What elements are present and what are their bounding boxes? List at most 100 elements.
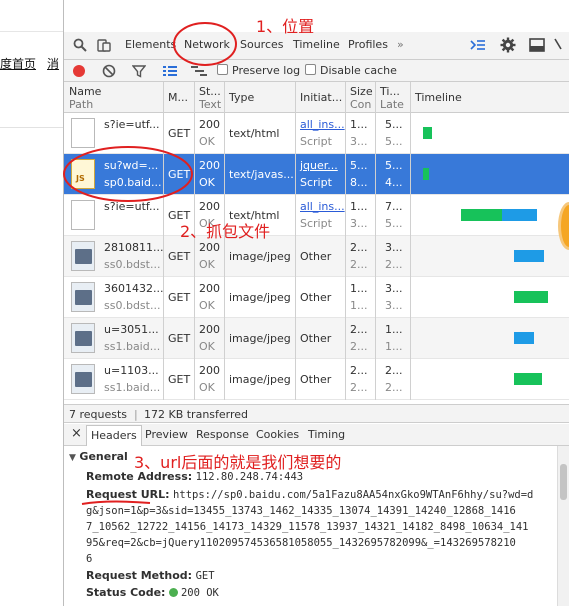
- preserve-log-label: Preserve log: [232, 64, 301, 77]
- request-size: 1... 3...: [350, 200, 368, 230]
- request-row[interactable]: s?ie=utf... GET 200 OK text/html all_ins... Sc…: [64, 195, 569, 236]
- close-devtools-icon[interactable]: [554, 37, 562, 55]
- tab-timeline[interactable]: Timeline: [293, 38, 340, 51]
- expand-triangle-icon: ▼: [69, 453, 76, 463]
- tab-preview[interactable]: Preview: [145, 428, 188, 441]
- disable-cache-label: Disable cache: [320, 64, 397, 77]
- request-row[interactable]: u=1103... ss1.baid... GET 200 OK image/jpeg Ot…: [64, 359, 569, 400]
- col-header-name[interactable]: Name Path: [69, 85, 101, 111]
- page-topbar: [0, 0, 63, 32]
- large-rows-icon[interactable]: [162, 64, 178, 81]
- col-header-method[interactable]: M...: [168, 91, 188, 104]
- request-initiator: Other: [300, 332, 332, 345]
- page-nav-row: 度首页 消: [0, 52, 63, 128]
- request-row[interactable]: 2810811... ss0.bdst... GET 200 OK image/jpeg O…: [64, 236, 569, 277]
- col-header-time[interactable]: Ti... Late: [380, 85, 404, 111]
- nav-link-news[interactable]: 消: [47, 55, 59, 72]
- col-header-size[interactable]: Size Con: [350, 85, 373, 111]
- request-row[interactable]: 3601432... ss0.bdst... GET 200 OK image/jpeg O…: [64, 277, 569, 318]
- request-size: 2... 2...: [350, 364, 368, 394]
- status-ok-icon: [168, 588, 178, 597]
- col-divider: [163, 82, 164, 400]
- more-tabs-chevron-icon[interactable]: »: [397, 38, 404, 51]
- request-status: 200 OK: [199, 323, 220, 353]
- dock-side-icon[interactable]: [529, 38, 545, 56]
- request-row[interactable]: u=3051... ss1.baid... GET 200 OK image/jpeg Ot…: [64, 318, 569, 359]
- overview-waterfall-icon[interactable]: [190, 64, 208, 81]
- tab-headers[interactable]: Headers: [86, 425, 142, 446]
- devtools-panel: Elements Network Sources Timeline Profil…: [63, 0, 569, 606]
- network-request-grid: Name Path M... St... Text Type Initiat... …: [64, 82, 569, 400]
- request-method: GET: [168, 250, 191, 263]
- tab-cookies[interactable]: Cookies: [256, 428, 299, 441]
- general-section-title: General: [79, 450, 128, 463]
- waterfall-bar: [423, 168, 429, 180]
- request-initiator[interactable]: all_ins... Script: [300, 198, 345, 232]
- record-icon[interactable]: [73, 65, 85, 77]
- waterfall-bar: [502, 209, 537, 221]
- request-time: 7... 5...: [385, 200, 403, 230]
- request-row[interactable]: s?ie=utf... GET 200 OK text/html all_ins... Sc…: [64, 113, 569, 154]
- close-detail-icon[interactable]: ×: [71, 426, 82, 441]
- col-header-initiator[interactable]: Initiat...: [300, 91, 342, 104]
- request-name: 2810811... ss0.bdst...: [104, 241, 164, 271]
- waterfall-bar: [514, 250, 544, 262]
- status-code-value: 200 OK: [180, 587, 219, 599]
- annotation-position-label: 1、位置: [256, 17, 315, 36]
- request-status: 200 OK: [199, 364, 220, 394]
- tab-response[interactable]: Response: [196, 428, 249, 441]
- disable-cache-checkbox[interactable]: [305, 64, 316, 75]
- request-type: image/jpeg: [229, 291, 291, 304]
- request-count: 7 requests: [69, 408, 128, 421]
- inspect-search-icon[interactable]: [73, 38, 87, 56]
- document-file-icon: [71, 200, 95, 230]
- image-file-icon: [71, 241, 95, 271]
- request-size: 1... 3...: [350, 118, 368, 148]
- waterfall-bar: [514, 373, 542, 385]
- col-divider: [295, 82, 296, 400]
- request-name: s?ie=utf...: [104, 118, 160, 131]
- tab-sources[interactable]: Sources: [240, 38, 284, 51]
- general-section-toggle[interactable]: ▼ General: [69, 449, 128, 466]
- network-summary-bar: 7 requests | 172 KB transferred: [64, 404, 569, 423]
- request-status: 200 OK: [199, 282, 220, 312]
- request-time: 2... 2...: [385, 364, 403, 394]
- request-method-row: Request Method: GET: [86, 568, 215, 584]
- col-header-timeline[interactable]: Timeline: [415, 91, 462, 104]
- scrollbar-thumb[interactable]: [560, 464, 567, 500]
- settings-gear-icon[interactable]: [500, 37, 516, 57]
- devtools-tabbar: Elements Network Sources Timeline Profil…: [64, 32, 569, 60]
- request-method-value: GET: [195, 570, 215, 582]
- request-detail-tabs: × Headers Preview Response Cookies Timin…: [64, 424, 569, 446]
- detail-scrollbar[interactable]: [557, 446, 569, 606]
- request-type: image/jpeg: [229, 373, 291, 386]
- request-row[interactable]: JS su?wd=... sp0.baid... GET 200 OK text/javas…: [64, 154, 569, 195]
- request-method-key: Request Method:: [86, 569, 193, 582]
- grid-header: Name Path M... St... Text Type Initiat... …: [64, 82, 569, 113]
- request-initiator[interactable]: jquer... Script: [300, 157, 338, 191]
- request-initiator[interactable]: all_ins... Script: [300, 116, 345, 150]
- filter-icon[interactable]: [131, 64, 147, 81]
- status-code-row: Status Code: 200 OK: [86, 585, 219, 601]
- nav-link-home[interactable]: 度首页: [0, 55, 36, 72]
- tab-network[interactable]: Network: [184, 38, 230, 51]
- col-divider: [410, 82, 411, 400]
- waterfall-bar: [461, 209, 502, 221]
- request-url-line: 7_10562_12722_14156_14173_14329_11578_13…: [86, 521, 529, 533]
- network-toolbar: Preserve log Disable cache: [64, 60, 569, 82]
- image-file-icon: [71, 323, 95, 353]
- transferred-size: 172 KB transferred: [144, 408, 249, 421]
- request-type: text/html: [229, 127, 280, 140]
- col-header-status[interactable]: St... Text: [199, 85, 221, 111]
- tab-elements[interactable]: Elements: [125, 38, 176, 51]
- clear-icon[interactable]: [102, 64, 116, 81]
- console-drawer-icon[interactable]: [470, 38, 486, 56]
- col-header-type[interactable]: Type: [229, 91, 254, 104]
- request-name: u=3051... ss1.baid...: [104, 323, 161, 353]
- preserve-log-checkbox[interactable]: [217, 64, 228, 75]
- request-initiator: Other: [300, 373, 332, 386]
- tab-profiles[interactable]: Profiles: [348, 38, 388, 51]
- waterfall-bar: [423, 127, 432, 139]
- device-mode-icon[interactable]: [97, 38, 111, 56]
- tab-timing[interactable]: Timing: [308, 428, 345, 441]
